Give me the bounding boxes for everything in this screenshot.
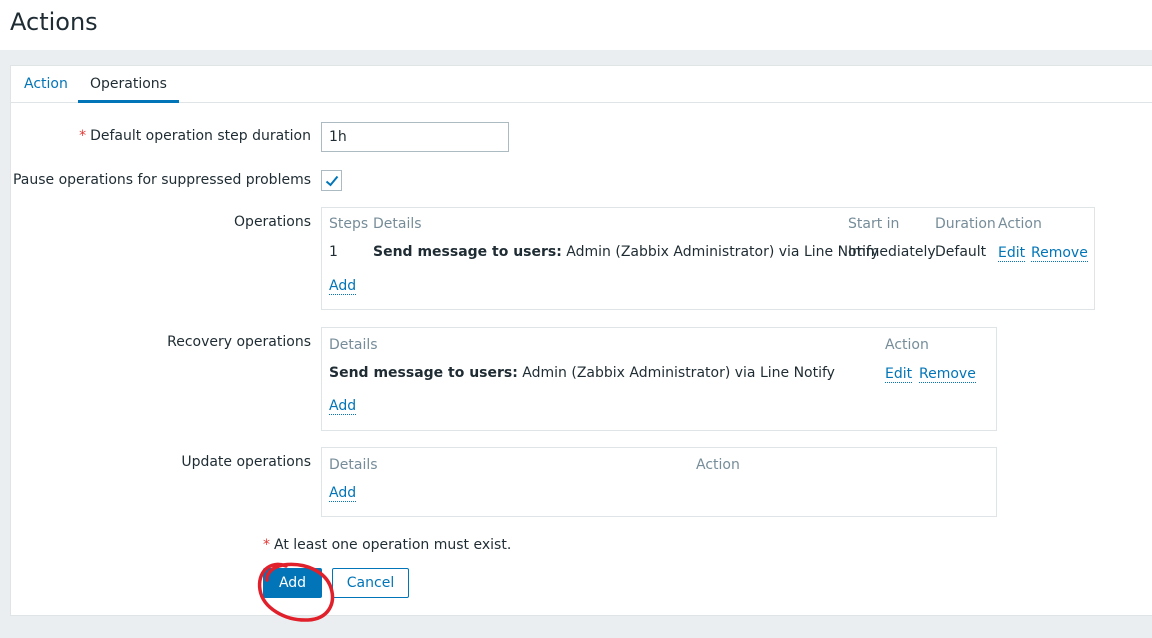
pause-operations-label: Pause operations for suppressed problems	[12, 172, 311, 188]
checkmark-icon	[325, 175, 339, 187]
operation-remove-link[interactable]: Remove	[1031, 245, 1088, 262]
add-button[interactable]: Add	[263, 568, 322, 598]
page-header: Actions	[0, 0, 1152, 50]
tab-operations[interactable]: Operations	[78, 66, 179, 103]
update-add-link[interactable]: Add	[329, 485, 357, 502]
recovery-edit-link[interactable]: Edit	[885, 366, 913, 383]
header-start-in: Start in	[848, 216, 900, 232]
recovery-operations-label: Recovery operations	[167, 334, 311, 350]
recovery-header-details: Details	[329, 337, 378, 353]
update-header-action: Action	[696, 457, 740, 473]
header-duration: Duration	[935, 216, 996, 232]
form-panel: Action Operations * Default operation ste…	[10, 65, 1152, 616]
cancel-button[interactable]: Cancel	[332, 568, 409, 598]
operation-start-in: Immediately	[848, 244, 936, 260]
recovery-details: Send message to users: Admin (Zabbix Adm…	[329, 365, 835, 381]
header-steps: Steps	[329, 216, 369, 232]
validation-note: * At least one operation must exist.	[263, 537, 512, 553]
page-title: Actions	[10, 8, 98, 36]
update-operations-table: Details Action Add	[321, 447, 997, 517]
operations-table: Steps Details Start in Duration Action 1…	[321, 207, 1095, 310]
recovery-header-action: Action	[885, 337, 929, 353]
recovery-remove-link[interactable]: Remove	[919, 366, 976, 383]
step-duration-input[interactable]: 1h	[321, 122, 509, 152]
pause-operations-checkbox[interactable]	[321, 170, 342, 191]
operations-add-link[interactable]: Add	[329, 278, 357, 295]
tab-action[interactable]: Action	[12, 66, 80, 103]
recovery-operations-table: Details Action Send message to users: Ad…	[321, 327, 997, 431]
recovery-add-link[interactable]: Add	[329, 398, 357, 415]
header-details: Details	[373, 216, 422, 232]
operation-duration: Default	[935, 244, 987, 260]
update-header-details: Details	[329, 457, 378, 473]
required-marker: *	[263, 537, 270, 553]
operation-step: 1	[329, 244, 338, 260]
required-marker: *	[79, 128, 87, 144]
operations-label: Operations	[234, 214, 311, 230]
step-duration-label: * Default operation step duration	[79, 128, 311, 144]
header-action: Action	[998, 216, 1042, 232]
tab-bar: Action Operations	[11, 66, 1152, 103]
operation-edit-link[interactable]: Edit	[998, 245, 1026, 262]
update-operations-label: Update operations	[181, 454, 311, 470]
operation-details: Send message to users: Admin (Zabbix Adm…	[373, 244, 879, 260]
